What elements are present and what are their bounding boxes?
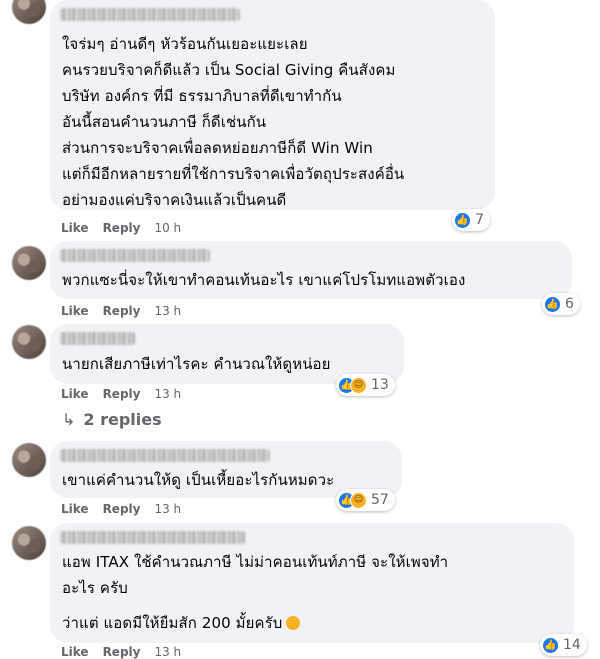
comment-actions: Like Reply 13 h — [61, 387, 195, 401]
reaction-count: 13 — [371, 377, 389, 393]
comment-text-segment: ว่าแต่ แอดมีให้ยืมสัก 200 มั้ยครับ — [62, 614, 283, 632]
reaction-summary[interactable]: 👍 6 — [542, 293, 580, 315]
comment-actions: Like Reply 13 h — [61, 645, 195, 659]
comment-text-line: นายกเสียภาษีเท่าไรคะ คำนวณให้ดูหน่อย — [62, 355, 331, 373]
timestamp[interactable]: 13 h — [154, 387, 181, 401]
comment-text-line: ส่วนการจะบริจาคเพื่อลดหย่อยภาษีก็ดี Win … — [62, 139, 373, 157]
reply-button[interactable]: Reply — [103, 502, 141, 516]
avatar[interactable] — [12, 325, 46, 359]
like-button[interactable]: Like — [61, 221, 89, 235]
comment-text-line: คนรวยบริจาคก็ดีแล้ว เป็น Social Giving ค… — [62, 61, 396, 79]
timestamp[interactable]: 13 h — [154, 645, 181, 659]
timestamp[interactable]: 10 h — [154, 221, 181, 235]
reply-button[interactable]: Reply — [103, 304, 141, 318]
like-button[interactable]: Like — [61, 304, 89, 318]
comment-text-line: เขาแค่คำนวนให้ดู เป็นเหี้ยอะไรกันหมดวะ — [62, 471, 335, 489]
author-name-blurred[interactable] — [60, 449, 270, 462]
author-name-blurred[interactable] — [60, 249, 210, 262]
like-icon: 👍 — [542, 636, 559, 654]
like-icon: 👍 — [454, 211, 471, 229]
comment-text-line: ว่าแต่ แอดมีให้ยืมสัก 200 มั้ยครับ — [62, 610, 301, 636]
comment-actions: Like Reply 13 h — [61, 502, 195, 516]
avatar[interactable] — [12, 246, 46, 280]
comment-text-line: อย่ามองแค่บริจาคเงินแล้วเป็นคนดี — [62, 191, 287, 209]
reply-button[interactable]: Reply — [103, 221, 141, 235]
reaction-summary[interactable]: 👍 ☺ 13 — [336, 374, 395, 396]
comment-text-line: อะไร ครับ — [62, 579, 128, 597]
reaction-count: 7 — [475, 212, 484, 228]
reaction-count: 14 — [563, 637, 581, 653]
avatar[interactable] — [12, 526, 46, 560]
reaction-summary[interactable]: 👍 ☺ 57 — [336, 489, 395, 511]
reply-arrow-icon: ↳ — [62, 410, 76, 429]
author-name-blurred[interactable] — [60, 531, 245, 544]
comment-actions: Like Reply 10 h — [61, 221, 195, 235]
comment-actions: Like Reply 13 h — [61, 304, 195, 318]
comment-text-line: อันนี้สอนคำนวนภาษี ก็ดีเช่นกัน — [62, 113, 267, 131]
comment-text-line: ใจร่มๆ อ่านดีๆ หัวร้อนกันเยอะแยะเลย — [62, 35, 308, 53]
comment-text-line: แอพ ITAX ใช้คำนวณภาษี ไม่ม่าคอนเท้นท์ภาษ… — [62, 553, 449, 571]
timestamp[interactable]: 13 h — [154, 502, 181, 516]
reaction-summary[interactable]: 👍 7 — [452, 209, 490, 231]
comment-text-line: แต่ก็มีอีกหลายรายที่ใช้การบริจาคเพื่อวัต… — [62, 165, 405, 183]
like-button[interactable]: Like — [61, 502, 89, 516]
author-name-blurred[interactable] — [60, 332, 135, 345]
reply-button[interactable]: Reply — [103, 387, 141, 401]
reaction-count: 57 — [371, 492, 389, 508]
like-button[interactable]: Like — [61, 387, 89, 401]
timestamp[interactable]: 13 h — [154, 304, 181, 318]
comment-bubble: พวกแซะนี่จะให้เขาทำคอนเท้นอะไร เขาแค่โปร… — [50, 241, 572, 299]
replies-count-label: 2 replies — [83, 410, 162, 429]
view-replies-link[interactable]: ↳ 2 replies — [62, 410, 162, 429]
reaction-summary[interactable]: 👍 14 — [540, 634, 587, 656]
comment-text-line: บริษัท องค์กร ที่มี ธรรมาภิบาลที่ดีเขาทำ… — [62, 87, 342, 105]
avatar[interactable] — [12, 443, 46, 477]
haha-icon: ☺ — [350, 491, 367, 509]
like-button[interactable]: Like — [61, 645, 89, 659]
avatar[interactable] — [12, 0, 46, 24]
haha-icon: ☺ — [350, 376, 367, 394]
reaction-count: 6 — [565, 296, 574, 312]
comment-text-line: พวกแซะนี่จะให้เขาทำคอนเท้นอะไร เขาแค่โปร… — [62, 271, 466, 289]
comment-bubble: แอพ ITAX ใช้คำนวณภาษี ไม่ม่าคอนเท้นท์ภาษ… — [50, 523, 574, 643]
laughing-emoji-icon — [286, 616, 301, 630]
comment-bubble: ใจร่มๆ อ่านดีๆ หัวร้อนกันเยอะแยะเลย คนรว… — [50, 0, 495, 210]
like-icon: 👍 — [544, 295, 561, 313]
reply-button[interactable]: Reply — [103, 645, 141, 659]
author-name-blurred[interactable] — [60, 8, 240, 21]
